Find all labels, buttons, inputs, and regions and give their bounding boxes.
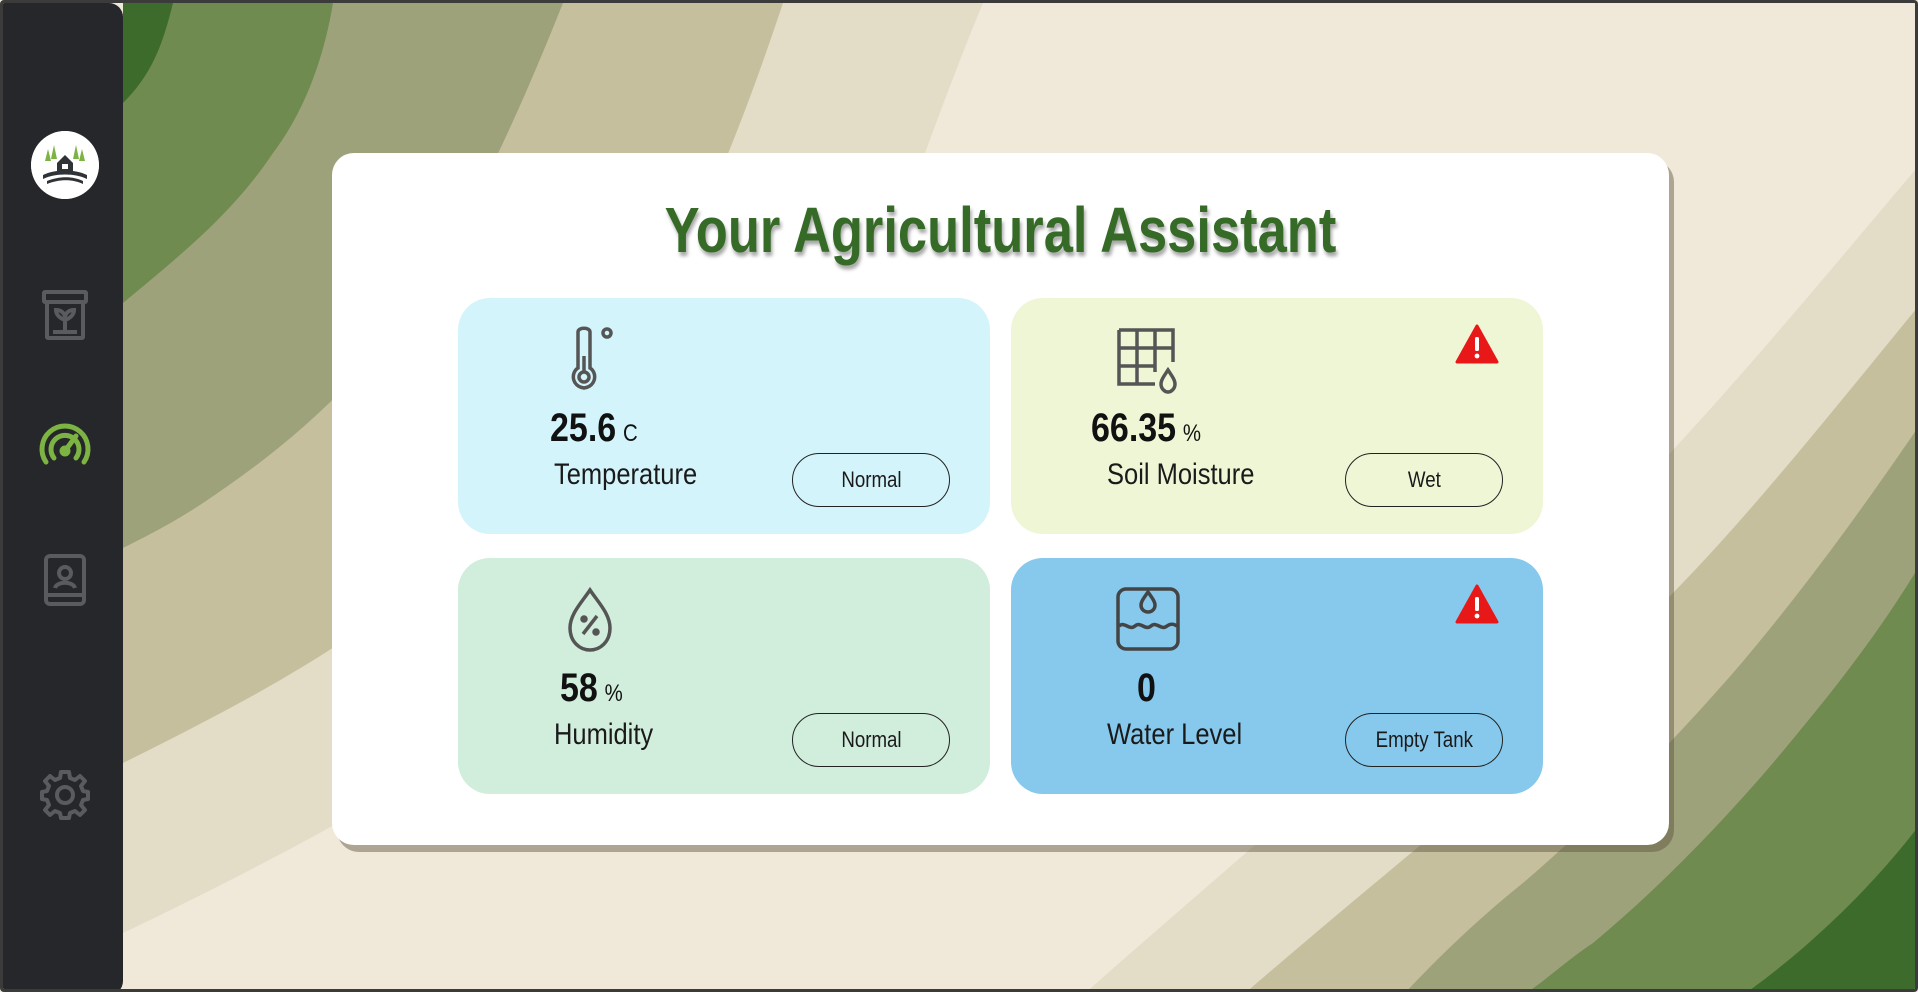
temperature-tile: 25.6 C Temperature Normal (458, 298, 990, 534)
sidebar (3, 3, 123, 989)
sidebar-item-contacts[interactable] (33, 548, 97, 612)
humidity-tile: 58% Humidity Normal (458, 558, 990, 794)
humidity-status-button[interactable]: Normal (792, 713, 950, 767)
water-level-status-button[interactable]: Empty Tank (1345, 713, 1503, 767)
sidebar-item-settings[interactable] (33, 763, 97, 827)
thermometer-icon (571, 326, 613, 390)
water-level-label: Water Level (1107, 718, 1243, 751)
contact-book-icon (44, 554, 86, 606)
soil-moisture-status-button[interactable]: Wet (1345, 453, 1503, 507)
temperature-value: 25.6 C (550, 406, 638, 450)
sidebar-item-dashboard[interactable] (33, 415, 97, 479)
dashboard-card: Your Agricultural Assistant 25.6 C Temper… (332, 153, 1669, 845)
temperature-label: Temperature (554, 458, 698, 491)
water-level-tile: 0 Water Level Empty Tank (1011, 558, 1543, 794)
soil-moisture-label: Soil Moisture (1107, 458, 1255, 491)
seed-bag-icon (42, 290, 88, 340)
water-tank-icon (1116, 587, 1180, 651)
page-title: Your Agricultural Assistant (664, 194, 1337, 266)
warning-icon (1455, 584, 1499, 624)
warning-icon (1455, 324, 1499, 364)
dashboard-gauge-icon (39, 423, 91, 465)
water-level-value: 0 (1137, 666, 1156, 710)
soil-moisture-tile: 66.35% Soil Moisture Wet (1011, 298, 1543, 534)
humidity-drop-icon (568, 586, 612, 652)
soil-moisture-icon (1117, 328, 1177, 394)
humidity-label: Humidity (554, 718, 654, 751)
temperature-status-button[interactable]: Normal (792, 453, 950, 507)
gear-icon (40, 770, 90, 820)
app-window: Your Agricultural Assistant 25.6 C Temper… (0, 0, 1918, 992)
sidebar-item-seeds[interactable] (33, 283, 97, 347)
humidity-value: 58% (560, 666, 623, 710)
farm-logo-icon[interactable] (31, 131, 99, 199)
soil-moisture-value: 66.35% (1091, 406, 1202, 450)
